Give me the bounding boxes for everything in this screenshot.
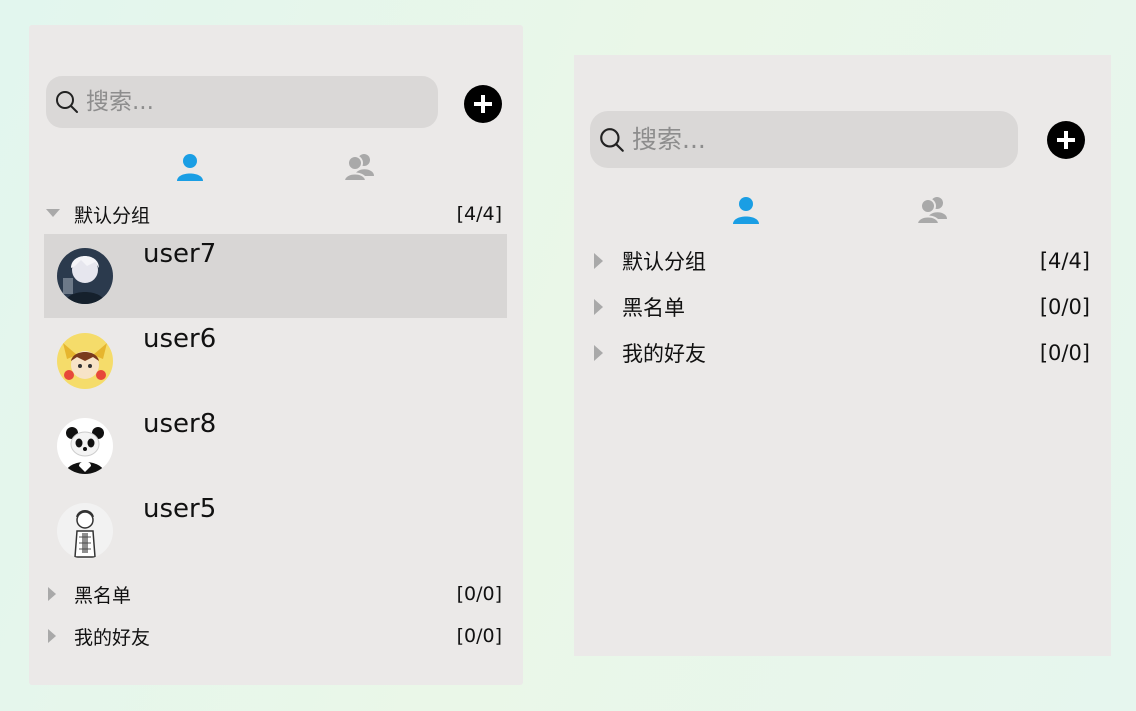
add-button[interactable]	[1047, 121, 1085, 159]
group-count: [0/0]	[456, 583, 502, 605]
avatar	[57, 418, 113, 474]
users-icon	[916, 197, 947, 225]
search-icon	[56, 91, 78, 113]
search-bar[interactable]	[46, 76, 438, 128]
search-icon	[600, 127, 624, 152]
friend-username: user7	[143, 239, 217, 269]
add-button[interactable]	[464, 85, 502, 123]
group-name: 默认分组	[622, 250, 706, 274]
caret-right-icon	[592, 299, 606, 315]
avatar	[57, 333, 113, 389]
search-bar[interactable]	[590, 111, 1018, 168]
friend-item[interactable]: user7	[44, 234, 507, 318]
caret-right-icon	[592, 345, 606, 361]
tab-groups[interactable]	[915, 193, 949, 227]
friend-item[interactable]: user6	[44, 319, 507, 403]
group-count: [4/4]	[456, 203, 502, 225]
plus-icon	[1057, 131, 1075, 149]
group-header-my-friends[interactable]: 我的好友 [0/0]	[46, 621, 502, 651]
avatar	[57, 248, 113, 304]
users-icon	[343, 154, 374, 182]
group-header-default[interactable]: 默认分组 [4/4]	[592, 244, 1090, 278]
friend-item[interactable]: user8	[44, 404, 507, 488]
friend-username: user6	[143, 324, 217, 354]
caret-down-icon	[46, 207, 60, 221]
group-header-blacklist[interactable]: 黑名单 [0/0]	[46, 579, 502, 609]
search-input[interactable]	[630, 124, 977, 155]
group-count: [0/0]	[1039, 295, 1090, 319]
group-name: 黑名单	[74, 584, 132, 607]
caret-right-icon	[46, 587, 60, 601]
tab-groups[interactable]	[342, 150, 376, 184]
friend-username: user5	[143, 494, 217, 524]
group-name: 黑名单	[622, 296, 685, 320]
group-name: 我的好友	[74, 626, 151, 649]
group-count: [0/0]	[456, 625, 502, 647]
user-icon	[733, 197, 759, 224]
caret-right-icon	[592, 253, 606, 269]
search-input[interactable]	[84, 88, 402, 116]
group-name: 默认分组	[74, 204, 151, 227]
user-icon	[177, 154, 203, 181]
caret-right-icon	[46, 629, 60, 643]
tab-contacts[interactable]	[729, 193, 763, 227]
avatar	[57, 503, 113, 559]
friends-panel-expanded: 默认分组 [4/4] user7	[29, 25, 523, 685]
friend-item[interactable]: user5	[44, 489, 507, 573]
friends-panel-collapsed: 默认分组 [4/4] 黑名单 [0/0] 我的好友 [0/0]	[574, 55, 1111, 656]
group-count: [4/4]	[1039, 249, 1090, 273]
group-header-my-friends[interactable]: 我的好友 [0/0]	[592, 336, 1090, 370]
tab-contacts[interactable]	[173, 150, 207, 184]
group-header-default[interactable]: 默认分组 [4/4]	[46, 199, 502, 229]
friend-username: user8	[143, 409, 217, 439]
group-header-blacklist[interactable]: 黑名单 [0/0]	[592, 290, 1090, 324]
group-count: [0/0]	[1039, 341, 1090, 365]
group-name: 我的好友	[622, 342, 706, 366]
plus-icon	[474, 95, 492, 113]
